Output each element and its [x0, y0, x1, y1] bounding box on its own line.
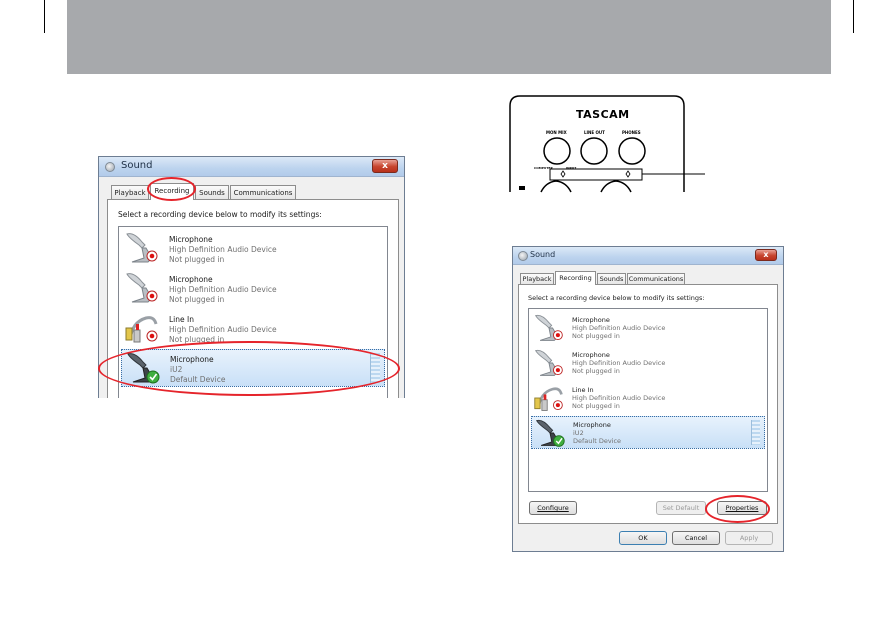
brand-logo: TASCAM — [576, 108, 630, 121]
microphone-default-icon — [536, 419, 565, 447]
list-item-selected[interactable]: Microphone iU2 Default Device — [121, 349, 385, 387]
device-name: Line In — [572, 386, 594, 394]
speaker-icon — [518, 251, 528, 261]
ok-button[interactable]: OK — [619, 531, 667, 545]
instruction-text: Select a recording device below to modif… — [118, 210, 322, 219]
recording-device-list[interactable]: Microphone High Definition Audio Device … — [118, 226, 388, 398]
title-bar[interactable]: Sound x — [99, 157, 404, 177]
device-status: Default Device — [573, 437, 622, 445]
microphone-default-icon — [127, 353, 160, 384]
list-item-selected[interactable]: Microphone iU2 Default Device — [531, 416, 765, 449]
set-default-button[interactable]: Set Default — [656, 501, 706, 515]
knob-label-mon-mix: MON MIX — [546, 130, 567, 135]
device-status: Not plugged in — [572, 367, 620, 375]
device-detail: High Definition Audio Device — [169, 245, 277, 254]
properties-button[interactable]: Properties — [717, 501, 767, 515]
input-level-meter — [370, 353, 380, 383]
crop-mark-right — [853, 0, 854, 33]
device-status: Not plugged in — [572, 332, 620, 340]
device-status: Not plugged in — [572, 402, 620, 410]
sound-dialog-right: Sound x Playback Recording Sounds Commun… — [512, 246, 784, 552]
knob-label-line-out: LINE OUT — [584, 130, 605, 135]
microphone-unplugged-icon — [126, 233, 158, 263]
device-detail: iU2 — [573, 429, 584, 437]
recording-device-list[interactable]: Microphone High Definition Audio Device … — [528, 308, 768, 492]
crop-mark-left — [44, 0, 45, 33]
tab-recording[interactable]: Recording — [555, 271, 596, 285]
list-item[interactable]: Microphone High Definition Audio Device … — [531, 346, 765, 379]
device-name: Microphone — [170, 355, 214, 364]
list-item[interactable]: Microphone High Definition Audio Device … — [531, 311, 765, 344]
title-bar[interactable]: Sound x — [513, 247, 783, 265]
device-name: Line In — [169, 315, 194, 324]
dialog-title: Sound — [530, 250, 556, 259]
apply-button[interactable]: Apply — [725, 531, 773, 545]
device-name: Microphone — [169, 235, 213, 244]
dialog-title: Sound — [121, 160, 153, 171]
microphone-unplugged-icon — [535, 349, 563, 376]
device-status: Not plugged in — [169, 335, 225, 344]
cancel-button[interactable]: Cancel — [672, 531, 720, 545]
device-name: Microphone — [573, 421, 611, 429]
list-item[interactable]: Microphone High Definition Audio Device … — [121, 269, 385, 307]
device-detail: High Definition Audio Device — [572, 324, 666, 332]
close-button[interactable]: x — [755, 249, 777, 261]
device-status: Default Device — [170, 375, 226, 384]
label-input: INPUT — [566, 166, 577, 170]
dialog-body: Playback Recording Sounds Communications… — [513, 265, 783, 551]
list-item[interactable]: Microphone High Definition Audio Device … — [121, 229, 385, 267]
input-level-meter — [751, 420, 760, 445]
device-name: Microphone — [572, 316, 610, 324]
knob-label-phones: PHONES — [622, 130, 641, 135]
device-detail: High Definition Audio Device — [169, 325, 277, 334]
device-detail: High Definition Audio Device — [572, 394, 666, 402]
tab-panel: Select a recording device below to modif… — [107, 199, 399, 398]
device-detail: High Definition Audio Device — [169, 285, 277, 294]
device-status: Not plugged in — [169, 255, 225, 264]
device-name: Microphone — [169, 275, 213, 284]
tab-recording[interactable]: Recording — [150, 183, 194, 200]
tab-sounds[interactable]: Sounds — [195, 185, 229, 200]
header-band — [67, 0, 831, 74]
device-status: Not plugged in — [169, 295, 225, 304]
device-name: Microphone — [572, 351, 610, 359]
sound-dialog-left: Sound x Playback Recording Sounds Commun… — [98, 156, 405, 398]
tab-panel: Select a recording device below to modif… — [518, 284, 778, 524]
list-item[interactable]: Line In High Definition Audio Device Not… — [121, 309, 385, 347]
instruction-text: Select a recording device below to modif… — [528, 294, 705, 302]
microphone-unplugged-icon — [535, 314, 563, 341]
line-in-cable-icon — [534, 387, 563, 411]
label-computer: COMPUTER — [534, 166, 553, 170]
speaker-icon — [105, 162, 115, 172]
dialog-body: Playback Recording Sounds Communications… — [99, 177, 404, 398]
device-detail: High Definition Audio Device — [572, 359, 666, 367]
configure-button[interactable]: Configure — [529, 501, 577, 515]
close-button[interactable]: x — [372, 159, 398, 173]
device-detail: iU2 — [170, 365, 183, 374]
list-item[interactable]: Line In High Definition Audio Device Not… — [531, 381, 765, 414]
microphone-unplugged-icon — [126, 273, 158, 303]
tab-communications[interactable]: Communications — [230, 185, 296, 200]
tab-playback[interactable]: Playback — [111, 185, 149, 200]
line-in-cable-icon — [125, 316, 158, 343]
